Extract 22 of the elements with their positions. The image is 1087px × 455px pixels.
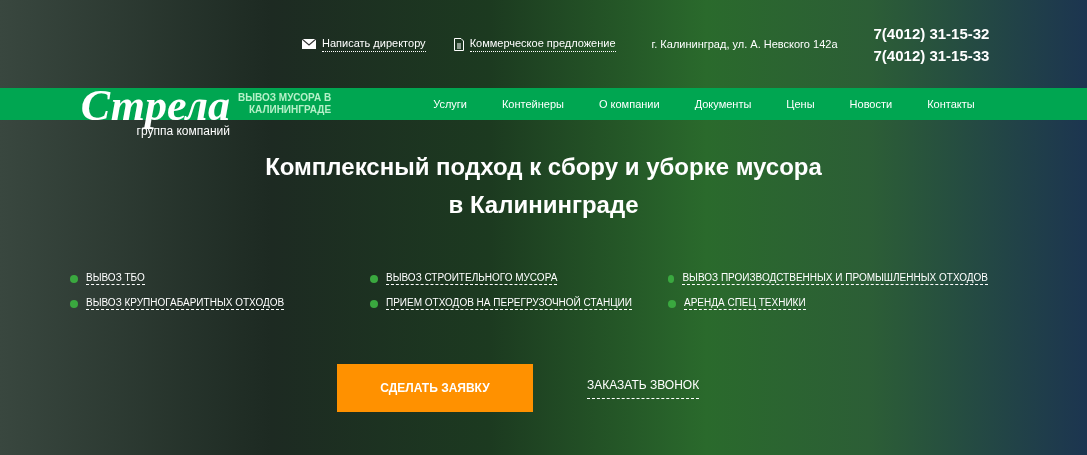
service-link[interactable]: АРЕНДА СПЕЦ ТЕХНИКИ (684, 297, 806, 310)
bullet-dot (668, 299, 676, 308)
bullet-dot (668, 274, 675, 283)
service-link[interactable]: ВЫВОЗ ТБО (86, 272, 145, 285)
document-icon (453, 37, 464, 51)
service-link[interactable]: ВЫВОЗ СТРОИТЕЛЬНОГО МУСОРА (386, 272, 558, 285)
bullet-dot (70, 274, 78, 283)
service-link[interactable]: ПРИЕМ ОТХОДОВ НА ПЕРЕГРУЗОЧНОЙ СТАНЦИИ (386, 297, 632, 310)
bullet-dot (70, 299, 78, 308)
phone-number[interactable]: 7(4012) 31-15-33 (873, 46, 990, 64)
tagline-text: ВЫВОЗ МУСОРА В КАЛИНИНГРАДЕ (238, 92, 332, 116)
service-link[interactable]: ВЫВОЗ КРУПНОГАБАРИТНЫХ ОТХОДОВ (86, 297, 285, 310)
envelope-icon (302, 39, 316, 49)
service-link[interactable]: ВЫВОЗ ПРОИЗВОДСТВЕННЫХ И ПРОМЫШЛЕННЫХ ОТХОДОВ (682, 272, 988, 285)
bullet-dot (370, 274, 378, 283)
bullet-dot (370, 299, 378, 308)
header-link[interactable]: Коммерческое предложение (453, 36, 616, 52)
hero-headline: Комплексный подход к сбору и уборке мусора в Калининграде (264, 152, 823, 220)
header-link[interactable]: Написать директору (302, 36, 426, 52)
callback-link[interactable]: ЗАКАЗАТЬ ЗВОНОК (587, 377, 700, 399)
address-text: г. Калининград, ул. А. Невского 142а (651, 38, 838, 50)
phone-number[interactable]: 7(4012) 31-15-32 (873, 24, 990, 42)
